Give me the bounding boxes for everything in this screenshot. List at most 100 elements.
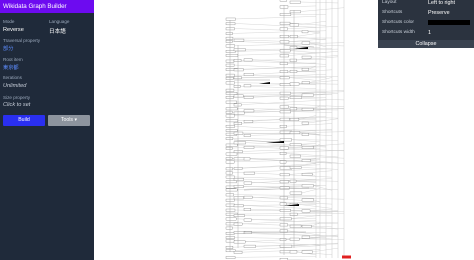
graph-node[interactable]	[243, 109, 255, 113]
graph-node[interactable]	[243, 120, 254, 123]
graph-node[interactable]	[233, 76, 242, 80]
graph-node[interactable]	[225, 81, 235, 85]
graph-node[interactable]	[233, 131, 244, 135]
graph-node[interactable]	[233, 204, 244, 208]
graph-node[interactable]	[225, 226, 233, 230]
graph-node[interactable]	[225, 27, 235, 31]
graph-node[interactable]	[225, 129, 238, 132]
graph-node[interactable]	[225, 137, 234, 140]
graph-node[interactable]	[243, 157, 251, 161]
graph-node[interactable]	[279, 91, 291, 95]
graph-node[interactable]	[225, 77, 234, 80]
graph-node[interactable]	[233, 251, 243, 254]
graph-node[interactable]	[289, 143, 302, 147]
graph-node[interactable]	[289, 0, 301, 4]
graph-node[interactable]	[243, 134, 251, 137]
collapse-button[interactable]: Collapse	[378, 40, 474, 48]
graph-node[interactable]	[279, 238, 287, 241]
graph-node[interactable]	[289, 69, 298, 73]
graph-node[interactable]	[225, 17, 236, 21]
graph-node[interactable]	[301, 93, 314, 97]
graph-node[interactable]	[301, 121, 309, 125]
graph-node[interactable]	[289, 179, 297, 183]
graph-node[interactable]	[225, 124, 235, 128]
graph-node[interactable]	[225, 256, 236, 259]
graph-node[interactable]	[301, 173, 313, 176]
graph-node[interactable]	[243, 84, 252, 88]
graph-node[interactable]	[225, 152, 238, 156]
graph-node[interactable]	[289, 107, 298, 111]
graph-node[interactable]	[289, 154, 301, 158]
graph-node[interactable]	[289, 212, 298, 216]
graph-node[interactable]	[279, 40, 290, 44]
graph-node[interactable]	[279, 209, 291, 212]
graph-node[interactable]	[243, 231, 252, 234]
graph-node[interactable]	[301, 250, 313, 254]
graph-node[interactable]	[233, 38, 245, 42]
graph-node[interactable]	[233, 141, 246, 145]
graph-node[interactable]	[301, 159, 311, 162]
graph-node[interactable]	[225, 236, 235, 239]
graph-node[interactable]	[279, 13, 292, 16]
graph-node[interactable]	[289, 82, 300, 86]
graph-node[interactable]	[301, 235, 310, 239]
graph-node[interactable]	[225, 217, 237, 221]
graph-node[interactable]	[279, 250, 291, 254]
graph-node[interactable]	[279, 217, 292, 221]
graph-node[interactable]	[243, 195, 253, 199]
graph-node[interactable]	[225, 22, 236, 26]
graph-node[interactable]	[233, 111, 245, 115]
iterations-input[interactable]: Unlimited	[3, 83, 26, 89]
graph-node[interactable]	[243, 73, 254, 76]
graph-node[interactable]	[279, 0, 288, 2]
mode-select[interactable]: Reverse	[3, 27, 24, 33]
graph-node[interactable]	[279, 125, 287, 128]
graph-node[interactable]	[225, 110, 233, 114]
graph-node[interactable]	[289, 191, 303, 195]
graph-node[interactable]	[279, 21, 291, 25]
graph-node[interactable]	[301, 198, 314, 202]
graph-node[interactable]	[225, 36, 234, 40]
graph-node[interactable]	[225, 40, 233, 43]
graph-node[interactable]	[279, 117, 290, 121]
graph-node[interactable]	[289, 118, 300, 121]
graph-node[interactable]	[225, 203, 235, 207]
graph-node[interactable]	[279, 110, 291, 114]
graph-node[interactable]	[301, 146, 314, 149]
graph-node[interactable]	[289, 35, 298, 38]
graph-node[interactable]	[225, 208, 236, 212]
graph-node[interactable]	[279, 105, 289, 109]
graph-node[interactable]	[225, 146, 233, 150]
graph-node[interactable]	[233, 68, 244, 72]
graph-node[interactable]	[289, 10, 301, 14]
graph-node[interactable]	[301, 107, 314, 111]
graph-node[interactable]	[301, 184, 314, 188]
graph-node[interactable]	[243, 218, 252, 222]
graph-node[interactable]	[301, 68, 309, 71]
language-select[interactable]: 日本語	[49, 27, 66, 35]
graph-node[interactable]	[225, 246, 234, 249]
graph-node[interactable]	[279, 173, 290, 177]
graph-node[interactable]	[243, 208, 252, 211]
graph-node[interactable]	[279, 244, 293, 248]
graph-node[interactable]	[225, 180, 237, 184]
graph-node[interactable]	[279, 180, 289, 184]
graph-node[interactable]	[289, 96, 302, 99]
graph-node[interactable]	[225, 92, 238, 95]
graph-node[interactable]	[301, 209, 311, 213]
graph-node[interactable]	[289, 58, 297, 62]
graph-node[interactable]	[301, 225, 312, 228]
graph-node[interactable]	[289, 250, 298, 254]
graph-node[interactable]	[243, 181, 253, 185]
graph-node[interactable]	[233, 178, 244, 181]
graph-node[interactable]	[233, 214, 245, 218]
graph-node[interactable]	[233, 185, 244, 188]
root-item-link[interactable]: 東京都	[3, 64, 19, 71]
shortcuts-select[interactable]: Preserve	[428, 10, 450, 16]
graph-node[interactable]	[225, 100, 237, 104]
graph-node[interactable]	[279, 152, 287, 155]
graph-node[interactable]	[233, 59, 242, 62]
shortcuts-color-swatch[interactable]	[428, 20, 470, 25]
graph-node[interactable]	[243, 96, 254, 99]
graph-node[interactable]	[279, 160, 287, 164]
